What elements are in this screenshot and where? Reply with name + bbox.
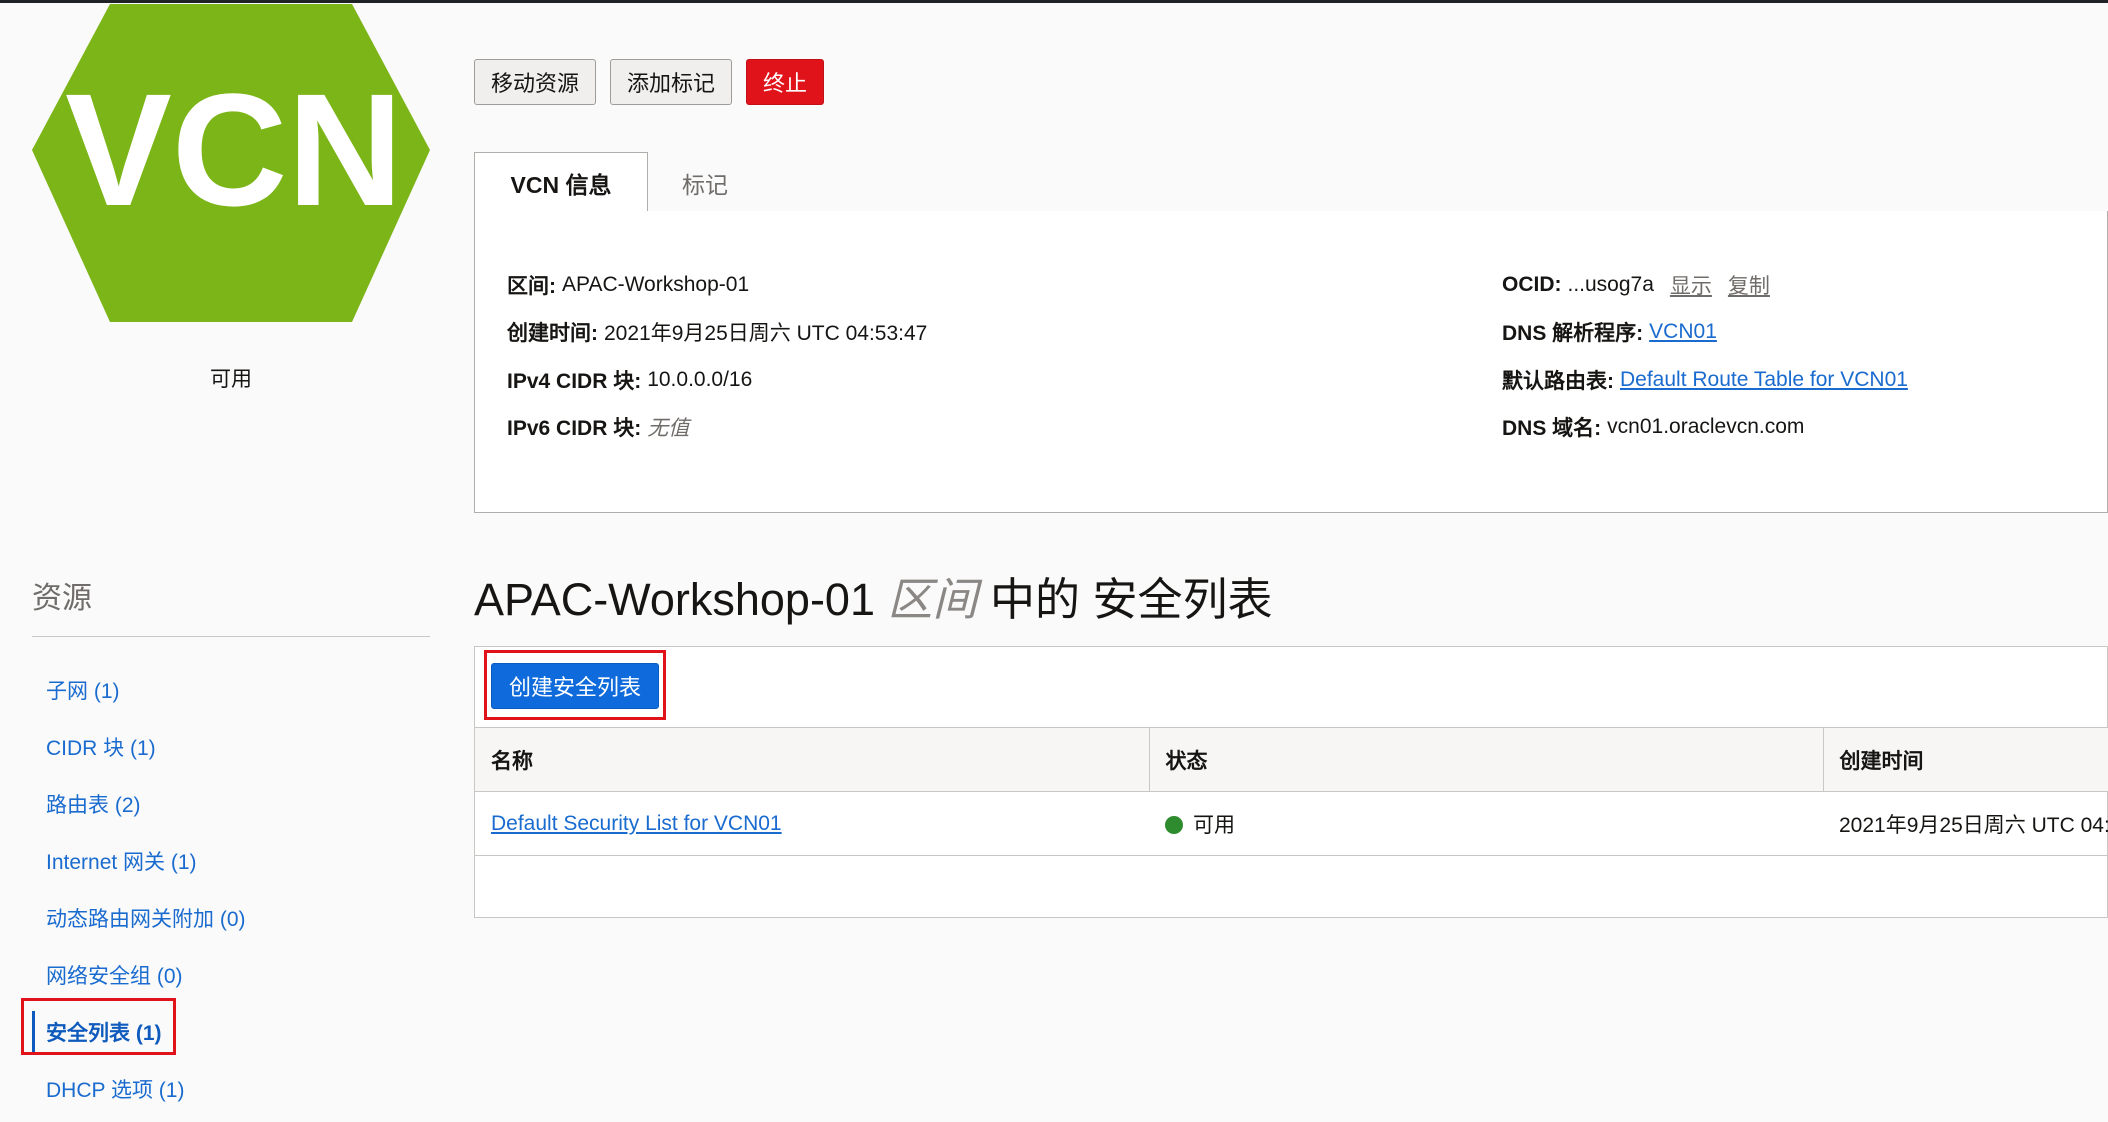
ipv6-label: IPv6 CIDR 块: — [507, 417, 642, 441]
vcn-info-panel: 区间: APAC-Workshop-01 创建时间: 2021年9月25日周六 … — [474, 211, 2108, 513]
logo-text: VCN — [65, 60, 403, 239]
created-value: 2021年9月25日周六 UTC 04:53:47 — [604, 322, 928, 346]
resource-item-dhcp-options[interactable]: DHCP 选项 (1) — [32, 1060, 430, 1117]
resource-state-label: 可用 — [210, 368, 252, 391]
info-ipv4: IPv4 CIDR 块: 10.0.0.0/16 — [507, 356, 927, 404]
resources-heading: 资源 — [32, 582, 92, 615]
security-list-link[interactable]: Default Security List for VCN01 — [491, 812, 782, 835]
ipv4-value: 10.0.0.0/16 — [647, 367, 753, 391]
created-label: 创建时间: — [507, 322, 598, 346]
table-row: Default Security List for VCN01 可用 2021年… — [475, 791, 2108, 856]
info-ipv6: IPv6 CIDR 块: 无值 — [507, 404, 927, 452]
ocid-show-link[interactable]: 显示 — [1670, 270, 1712, 300]
info-dns-domain: DNS 域名: vcn01.oraclevcn.com — [1502, 404, 1908, 452]
ocid-copy-link[interactable]: 复制 — [1728, 270, 1770, 300]
info-route-table: 默认路由表: Default Route Table for VCN01 — [1502, 356, 1908, 404]
info-ocid: OCID: ...usog7a 显示 复制 — [1502, 261, 1908, 309]
resources-divider — [32, 636, 430, 637]
info-column-left: 区间: APAC-Workshop-01 创建时间: 2021年9月25日周六 … — [507, 261, 927, 451]
ipv4-label: IPv4 CIDR 块: — [507, 369, 642, 393]
row-created-cell: 2021年9月25日周六 UTC 04:53:47 — [1823, 791, 2108, 856]
dns-domain-value: vcn01.oraclevcn.com — [1607, 415, 1805, 439]
table-header-row: 名称 状态 创建时间 — [475, 727, 2108, 792]
resource-item-drg-attachments[interactable]: 动态路由网关附加 (0) — [32, 889, 430, 946]
info-compartment: 区间: APAC-Workshop-01 — [507, 261, 927, 309]
row-state-cell: 可用 — [1149, 791, 1823, 856]
column-header-name[interactable]: 名称 — [475, 727, 1149, 792]
heading-compartment-word: 区间 — [887, 574, 978, 625]
ocid-label: OCID: — [1502, 272, 1562, 296]
ocid-value: ...usog7a — [1567, 272, 1654, 296]
create-security-list-button[interactable]: 创建安全列表 — [491, 663, 660, 709]
route-table-label: 默认路由表: — [1502, 369, 1614, 393]
security-lists-table-panel: 创建安全列表 名称 状态 创建时间 Default Security List … — [474, 646, 2108, 918]
terminate-button[interactable]: 终止 — [746, 59, 825, 105]
ipv6-value: 无值 — [647, 417, 690, 441]
row-name-cell: Default Security List for VCN01 — [475, 791, 1149, 856]
resource-item-security-lists[interactable]: 安全列表 (1) — [32, 1003, 430, 1060]
add-tags-button[interactable]: 添加标记 — [610, 59, 733, 105]
dns-domain-label: DNS 域名: — [1502, 417, 1602, 441]
info-column-right: OCID: ...usog7a 显示 复制 DNS 解析程序: VCN01 默认… — [1502, 261, 1908, 451]
column-header-state[interactable]: 状态 — [1148, 727, 1823, 792]
resource-item-internet-gateways[interactable]: Internet 网关 (1) — [32, 832, 430, 889]
info-created: 创建时间: 2021年9月25日周六 UTC 04:53:47 — [507, 309, 927, 357]
resources-menu: 子网 (1) CIDR 块 (1) 路由表 (2) Internet 网关 (1… — [32, 661, 430, 1117]
dns-resolver-link[interactable]: VCN01 — [1649, 320, 1717, 344]
route-table-link[interactable]: Default Route Table for VCN01 — [1620, 368, 1908, 392]
info-dns-resolver: DNS 解析程序: VCN01 — [1502, 309, 1908, 357]
detail-tabs: VCN 信息 标记 — [474, 152, 2108, 213]
compartment-label: 区间: — [507, 274, 556, 298]
security-lists-heading: APAC-Workshop-01 区间 中的 安全列表 — [474, 563, 1273, 628]
resource-item-network-security-groups[interactable]: 网络安全组 (0) — [32, 946, 430, 1003]
resource-item-subnets[interactable]: 子网 (1) — [32, 661, 430, 718]
top-border — [0, 0, 2108, 3]
action-buttons: 移动资源 添加标记 终止 — [474, 59, 825, 105]
dns-resolver-label: DNS 解析程序: — [1502, 322, 1644, 346]
tab-vcn-information[interactable]: VCN 信息 — [474, 152, 648, 213]
vcn-hexagon-logo: VCN — [32, 4, 430, 322]
column-header-created[interactable]: 创建时间 — [1822, 727, 2108, 792]
resource-item-route-tables[interactable]: 路由表 (2) — [32, 775, 430, 832]
status-dot-icon — [1165, 815, 1183, 834]
row-state-text: 可用 — [1193, 813, 1235, 837]
heading-suffix: 中的 安全列表 — [990, 574, 1273, 625]
security-lists-table: 名称 状态 创建时间 Default Security List for VCN… — [475, 727, 2108, 856]
compartment-value: APAC-Workshop-01 — [562, 272, 750, 296]
resource-item-cidr-blocks[interactable]: CIDR 块 (1) — [32, 718, 430, 775]
heading-compartment: APAC-Workshop-01 — [474, 574, 875, 625]
tab-tags[interactable]: 标记 — [648, 152, 762, 213]
move-resource-button[interactable]: 移动资源 — [474, 59, 597, 105]
